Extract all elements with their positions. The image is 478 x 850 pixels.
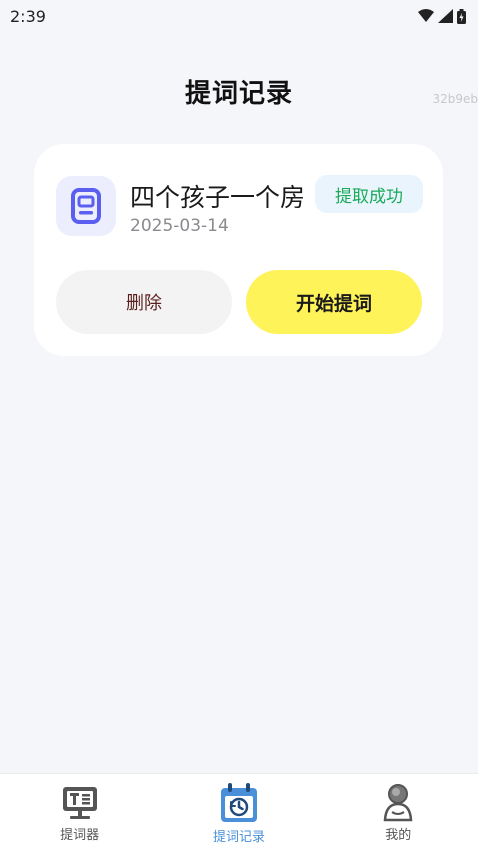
header: 提词记录 (0, 66, 478, 116)
tab-profile[interactable]: 我的 (319, 774, 478, 843)
signal-icon (438, 9, 453, 23)
tab-label: 我的 (385, 828, 412, 843)
document-icon (71, 188, 101, 224)
tab-label: 提词记录 (212, 830, 265, 845)
history-calendar-icon (220, 783, 257, 822)
tab-label: 提词器 (60, 828, 100, 843)
delete-button[interactable]: 删除 (56, 270, 232, 334)
start-teleprompt-button[interactable]: 开始提词 (246, 270, 422, 334)
document-icon-wrap (56, 176, 116, 236)
battery-icon (457, 8, 466, 24)
record-card[interactable]: 四个孩子一个房 2025-03-14 提取成功 删除 开始提词 (34, 144, 443, 356)
screen: 2:39 提词记录 32b9eb 四个孩子一个房 2025-03-14 提取成功… (0, 0, 478, 850)
tab-bar: 提词器 提词记录 我的 (0, 773, 478, 850)
wifi-icon (418, 9, 434, 22)
status-time: 2:39 (10, 6, 46, 26)
record-title: 四个孩子一个房 (130, 183, 306, 212)
page-title: 提词记录 (184, 78, 293, 109)
record-date: 2025-03-14 (130, 216, 229, 236)
teleprompter-icon (62, 787, 97, 819)
status-icons (418, 8, 466, 24)
profile-icon (383, 784, 413, 822)
tab-teleprompter[interactable]: 提词器 (0, 774, 159, 843)
tab-history[interactable]: 提词记录 (159, 774, 318, 845)
debug-tag: 32b9eb (432, 92, 478, 106)
status-bar: 2:39 (0, 0, 478, 32)
status-badge: 提取成功 (315, 175, 423, 213)
